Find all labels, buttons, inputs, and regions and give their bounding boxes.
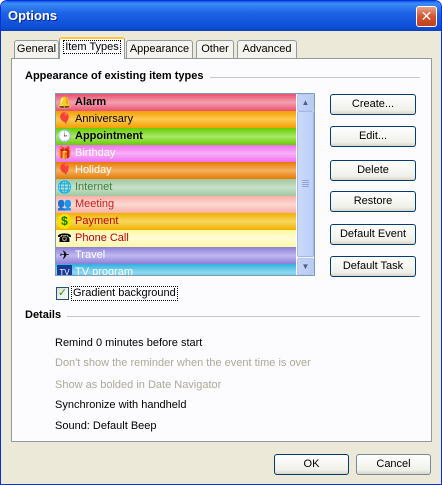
airplane-icon: ✈ xyxy=(59,248,70,262)
detail-synchronize: Synchronize with handheld xyxy=(55,399,187,411)
delete-button[interactable]: Delete xyxy=(330,160,416,181)
options-dialog: Options ✕ General Item Types Appearance … xyxy=(0,0,442,485)
item-types-list[interactable]: 🔔 Alarm 🎈 Anniversary 🕒 Appointment 🎁 Birthday 🎈… xyxy=(55,93,315,276)
list-item[interactable]: ✈ Travel xyxy=(56,247,296,264)
list-item[interactable]: 🎁 Birthday xyxy=(56,145,296,162)
cancel-button[interactable]: Cancel xyxy=(356,454,431,475)
scroll-up-button[interactable]: ▲ xyxy=(297,94,314,111)
tv-icon: TV xyxy=(57,265,72,275)
checkmark-icon: ✓ xyxy=(57,287,68,299)
scroll-grip-line xyxy=(302,186,309,187)
list-item-label: Holiday xyxy=(75,164,112,176)
list-item-label: Internet xyxy=(75,181,113,193)
gradient-background-label[interactable]: Gradient background xyxy=(71,286,178,301)
tab-item-types[interactable]: Item Types xyxy=(59,37,125,59)
tab-advanced[interactable]: Advanced xyxy=(237,40,297,58)
scroll-down-button[interactable]: ▼ xyxy=(297,258,314,275)
list-item-label: TV program xyxy=(75,266,134,276)
list-item-label: Travel xyxy=(75,249,106,261)
window-title: Options xyxy=(8,8,58,23)
scroll-grip-line xyxy=(302,184,309,185)
list-item[interactable]: $ Payment xyxy=(56,213,296,230)
bell-icon: 🔔 xyxy=(57,95,72,109)
default-event-button[interactable]: Default Event xyxy=(330,224,416,245)
ok-button[interactable]: OK xyxy=(274,454,349,475)
phone-icon: ☎ xyxy=(57,231,72,245)
tab-advanced-label: Advanced xyxy=(242,43,292,55)
restore-button[interactable]: Restore xyxy=(330,191,416,212)
create-button[interactable]: Create... xyxy=(330,94,416,115)
scroll-thumb[interactable] xyxy=(297,111,314,257)
item-types-panel: Appearance of existing item types 🔔 Alarm… xyxy=(11,58,432,442)
default-task-button[interactable]: Default Task xyxy=(330,256,416,277)
tab-general[interactable]: General xyxy=(14,40,59,58)
dollar-icon: $ xyxy=(57,214,72,229)
balloon-icon: 🎈 xyxy=(57,163,72,177)
list-item-label: Payment xyxy=(75,215,119,227)
tab-other-label: Other xyxy=(201,43,229,55)
people-icon: 👥 xyxy=(57,197,72,211)
list-item[interactable]: TV TV program xyxy=(56,264,296,276)
list-item[interactable]: 🌐 Internet xyxy=(56,179,296,196)
balloons-icon: 🎈 xyxy=(57,112,72,126)
detail-remind: Remind 0 minutes before start xyxy=(55,337,203,349)
globe-icon: 🌐 xyxy=(57,180,72,194)
tab-general-label: General xyxy=(16,43,57,55)
list-item[interactable]: 🎈 Anniversary xyxy=(56,111,296,128)
tab-item-types-label: Item Types xyxy=(63,40,121,54)
list-item-label: Phone Call xyxy=(75,232,129,244)
list-item[interactable]: 🎈 Holiday xyxy=(56,162,296,179)
list-item-label: Birthday xyxy=(75,147,116,159)
gift-icon: 🎁 xyxy=(57,146,72,160)
close-button[interactable]: ✕ xyxy=(416,6,437,27)
list-item[interactable]: 🔔 Alarm xyxy=(56,94,296,111)
clock-icon: 🕒 xyxy=(57,129,72,143)
list-item[interactable]: 👥 Meeting xyxy=(56,196,296,213)
scroll-grip-line xyxy=(302,182,309,183)
list-item-label: Anniversary xyxy=(75,113,134,125)
detail-bolded: Show as bolded in Date Navigator xyxy=(55,379,222,391)
details-group-divider xyxy=(26,316,420,317)
tab-appearance[interactable]: Appearance xyxy=(126,40,193,58)
tab-appearance-label: Appearance xyxy=(129,43,190,55)
title-bar[interactable]: Options ✕ xyxy=(1,1,441,31)
appearance-group-title: Appearance of existing item types xyxy=(25,70,210,82)
tab-other[interactable]: Other xyxy=(196,40,234,58)
detail-reminder-over: Don't show the reminder when the event t… xyxy=(55,357,311,369)
list-item[interactable]: ☎ Phone Call xyxy=(56,230,296,247)
list-item-label: Alarm xyxy=(75,96,107,108)
detail-sound: Sound: Default Beep xyxy=(55,420,157,432)
edit-button[interactable]: Edit... xyxy=(330,126,416,147)
gradient-background-checkbox[interactable]: ✓ xyxy=(56,287,69,300)
list-item-label: Meeting xyxy=(75,198,115,210)
scroll-grip-line xyxy=(302,180,309,181)
list-item[interactable]: 🕒 Appointment xyxy=(56,128,296,145)
list-item-label: Appointment xyxy=(75,130,143,142)
list-scrollbar[interactable]: ▲ ▼ xyxy=(297,94,314,275)
details-group-title: Details xyxy=(25,309,68,321)
